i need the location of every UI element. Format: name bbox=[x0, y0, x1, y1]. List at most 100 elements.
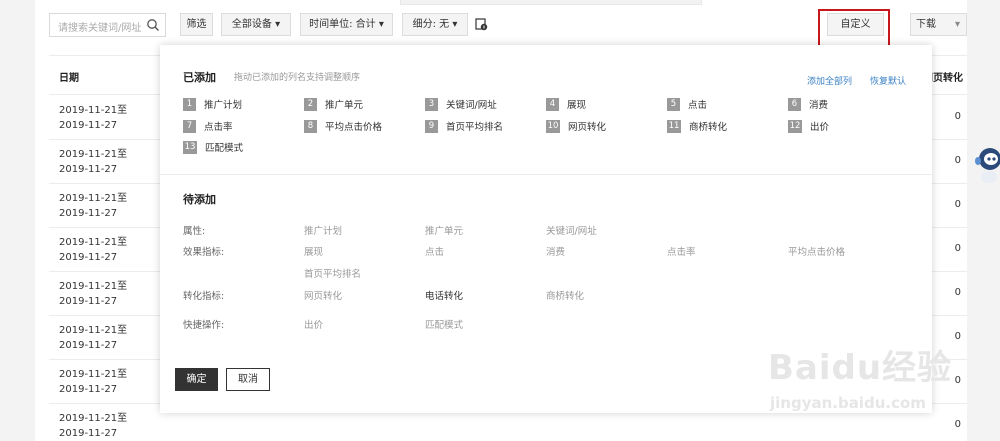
restore-default-link[interactable]: 恢复默认 bbox=[870, 74, 906, 87]
order-badge: 5 bbox=[667, 97, 680, 111]
added-column-item[interactable]: 9 首页平均排名 bbox=[425, 119, 503, 133]
order-badge: 10 bbox=[546, 119, 560, 133]
row-date: 2019-11-21至2019-11-27 bbox=[59, 237, 128, 263]
breakdown-dropdown[interactable]: 细分: 无 ▾ bbox=[402, 13, 468, 36]
order-badge: 4 bbox=[546, 97, 559, 111]
column-label: 关键词/网址 bbox=[446, 100, 497, 111]
cancel-button[interactable]: 取消 bbox=[226, 368, 270, 391]
pending-option[interactable]: 网页转化 bbox=[304, 288, 342, 302]
order-badge: 1 bbox=[183, 97, 196, 111]
add-all-columns-link[interactable]: 添加全部列 bbox=[807, 74, 852, 87]
added-column-item[interactable]: 2 推广单元 bbox=[304, 97, 363, 111]
pending-option[interactable]: 平均点击价格 bbox=[788, 244, 845, 258]
row-date: 2019-11-21至2019-11-27 bbox=[59, 281, 128, 307]
added-hint: 拖动已添加的列名支持调整顺序 bbox=[234, 73, 361, 83]
pending-option[interactable]: 推广单元 bbox=[425, 223, 463, 237]
toolbar: 请搜索关键词/网址 筛选 全部设备 ▾ 时间单位: 合计 ▾ 细分: 无 ▾ 自… bbox=[35, 0, 967, 50]
order-badge: 9 bbox=[425, 119, 438, 133]
pending-option[interactable]: 电话转化 bbox=[425, 288, 463, 302]
row-date: 2019-11-21至2019-11-27 bbox=[59, 413, 128, 439]
column-label: 点击率 bbox=[204, 122, 233, 133]
download-dropdown[interactable]: 下载 ▾ bbox=[910, 13, 967, 36]
device-dropdown-label: 全部设备 bbox=[231, 19, 272, 30]
row-date: 2019-11-21至2019-11-27 bbox=[59, 325, 128, 351]
row-value: 0 bbox=[954, 111, 961, 122]
order-badge: 12 bbox=[788, 119, 802, 133]
search-icon[interactable] bbox=[146, 18, 160, 32]
order-badge: 11 bbox=[667, 119, 681, 133]
added-column-item[interactable]: 13 匹配模式 bbox=[183, 140, 243, 154]
chevron-down-icon: ▾ bbox=[271, 19, 281, 30]
order-badge: 7 bbox=[183, 119, 196, 133]
search-input[interactable]: 请搜索关键词/网址 bbox=[49, 13, 166, 37]
added-column-item[interactable]: 4 展现 bbox=[546, 97, 586, 111]
added-column-item[interactable]: 10 网页转化 bbox=[546, 119, 606, 133]
pending-option[interactable]: 展现 bbox=[304, 244, 323, 258]
chevron-down-icon: ▾ bbox=[954, 19, 960, 30]
added-column-item[interactable]: 11 商桥转化 bbox=[667, 119, 727, 133]
conversion-group-label: 转化指标: bbox=[183, 291, 225, 302]
attribute-group-label: 属性: bbox=[183, 226, 206, 237]
pending-option[interactable]: 匹配模式 bbox=[425, 317, 463, 331]
added-column-item[interactable]: 1 推广计划 bbox=[183, 97, 242, 111]
row-date: 2019-11-21至2019-11-27 bbox=[59, 369, 128, 395]
added-column-item[interactable]: 5 点击 bbox=[667, 97, 707, 111]
row-value: 0 bbox=[954, 287, 961, 298]
column-label: 消费 bbox=[809, 100, 829, 111]
header-date[interactable]: 日期 bbox=[59, 69, 79, 84]
row-value: 0 bbox=[954, 155, 961, 166]
custom-columns-button[interactable]: 自定义 bbox=[827, 13, 884, 36]
order-badge: 8 bbox=[304, 119, 317, 133]
column-label: 出价 bbox=[810, 122, 830, 133]
download-label: 下载 bbox=[916, 19, 936, 30]
filter-button[interactable]: 筛选 bbox=[180, 13, 213, 36]
row-value: 0 bbox=[954, 199, 961, 210]
column-label: 平均点击价格 bbox=[325, 122, 383, 133]
row-date: 2019-11-21至2019-11-27 bbox=[59, 193, 128, 219]
info-icon[interactable] bbox=[475, 18, 488, 31]
time-unit-dropdown[interactable]: 时间单位: 合计 ▾ bbox=[300, 13, 393, 36]
order-badge: 2 bbox=[304, 97, 317, 111]
column-label: 匹配模式 bbox=[205, 143, 244, 154]
search-placeholder: 请搜索关键词/网址 bbox=[58, 23, 142, 34]
added-column-item[interactable]: 3 关键词/网址 bbox=[425, 97, 497, 111]
added-column-item[interactable]: 12 出价 bbox=[788, 119, 829, 133]
added-title: 已添加 bbox=[183, 71, 216, 84]
column-label: 展现 bbox=[567, 100, 587, 111]
confirm-button[interactable]: 确定 bbox=[175, 368, 218, 391]
pending-option[interactable]: 点击率 bbox=[667, 244, 696, 258]
pending-option[interactable]: 点击 bbox=[425, 244, 444, 258]
row-date: 2019-11-21至2019-11-27 bbox=[59, 149, 128, 175]
column-label: 商桥转化 bbox=[689, 122, 728, 133]
pending-option[interactable]: 关键词/网址 bbox=[546, 223, 597, 237]
added-column-item[interactable]: 7 点击率 bbox=[183, 119, 233, 133]
watermark: Baidu经验 jingyan.baidu.com bbox=[768, 340, 958, 435]
column-label: 网页转化 bbox=[568, 122, 607, 133]
pending-option[interactable]: 出价 bbox=[304, 317, 323, 331]
pending-option[interactable]: 推广计划 bbox=[304, 223, 342, 237]
watermark-url: jingyan.baidu.com bbox=[770, 394, 926, 412]
row-date: 2019-11-21至2019-11-27 bbox=[59, 105, 128, 131]
time-unit-label: 时间单位: 合计 bbox=[309, 19, 376, 30]
device-dropdown[interactable]: 全部设备 ▾ bbox=[221, 13, 291, 36]
pending-option[interactable]: 首页平均排名 bbox=[304, 266, 361, 280]
pending-option[interactable]: 消费 bbox=[546, 244, 565, 258]
top-strip bbox=[400, 0, 702, 5]
panel-divider bbox=[160, 174, 932, 175]
pending-title: 待添加 bbox=[183, 193, 216, 206]
assistant-robot-icon[interactable] bbox=[972, 145, 1000, 187]
watermark-logo: Baidu经验 bbox=[768, 348, 953, 388]
chevron-down-icon: ▾ bbox=[375, 19, 384, 30]
quick-action-group-label: 快捷操作: bbox=[183, 320, 225, 331]
column-label: 首页平均排名 bbox=[446, 122, 504, 133]
effect-group-label: 效果指标: bbox=[183, 247, 225, 258]
order-badge: 6 bbox=[788, 97, 801, 111]
column-label: 推广计划 bbox=[204, 100, 243, 111]
column-label: 点击 bbox=[688, 100, 708, 111]
column-label: 推广单元 bbox=[325, 100, 364, 111]
added-column-item[interactable]: 8 平均点击价格 bbox=[304, 119, 382, 133]
added-column-item[interactable]: 6 消费 bbox=[788, 97, 828, 111]
order-badge: 3 bbox=[425, 97, 438, 111]
pending-option[interactable]: 商桥转化 bbox=[546, 288, 584, 302]
breakdown-label: 细分: 无 bbox=[412, 19, 450, 30]
